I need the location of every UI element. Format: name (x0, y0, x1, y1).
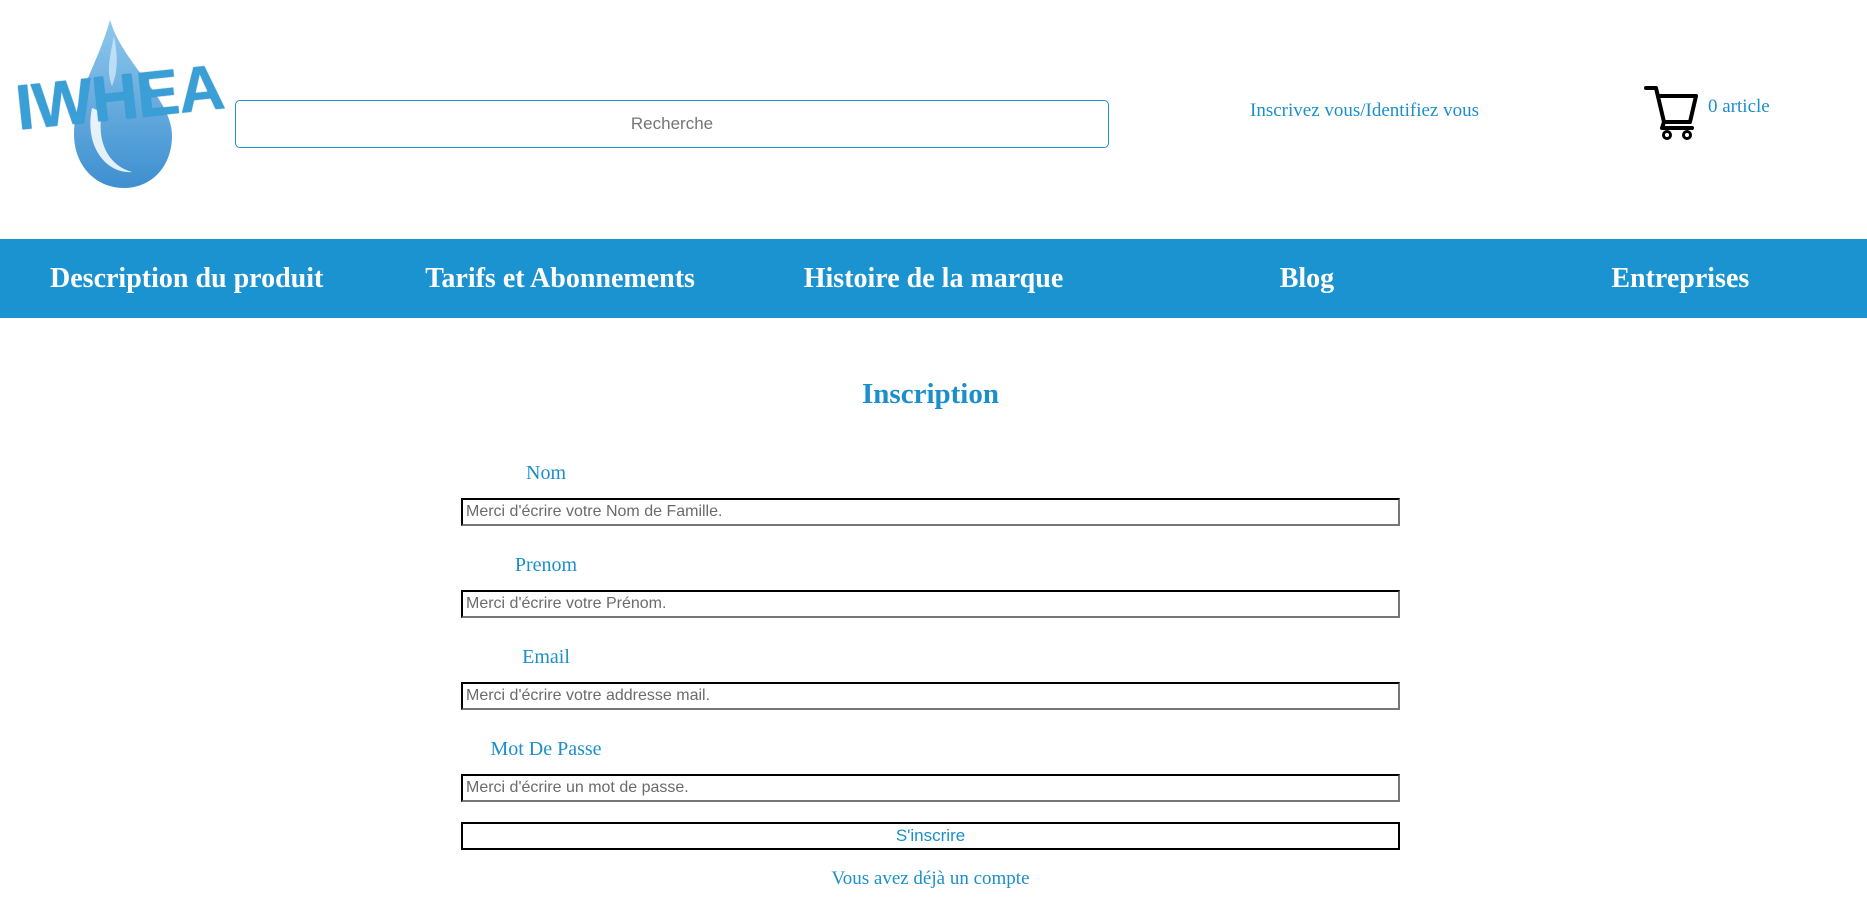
last-name-label: Nom (526, 462, 566, 484)
brand-logo[interactable]: IWHEA (12, 16, 227, 192)
first-name-field[interactable] (461, 590, 1400, 618)
email-label: Email (522, 646, 570, 668)
signup-button[interactable]: S'inscrire (461, 822, 1400, 850)
shopping-cart-icon (1644, 86, 1698, 140)
nav-item-blog[interactable]: Blog (1120, 239, 1493, 318)
existing-account-link[interactable]: Vous avez déjà un compte (461, 868, 1400, 890)
page-title: Inscription (862, 378, 999, 410)
cart-button[interactable]: 0 article (1644, 84, 1770, 140)
cart-count: 0 article (1708, 96, 1770, 117)
last-name-field[interactable] (461, 498, 1400, 526)
search-input[interactable] (235, 100, 1109, 148)
signup-login-link[interactable]: Inscrivez vous/Identifiez vous (1250, 100, 1479, 122)
main-nav: Description du produit Tarifs et Abonnem… (0, 239, 1867, 318)
first-name-label: Prenom (514, 554, 578, 576)
password-field[interactable] (461, 774, 1400, 802)
nav-item-businesses[interactable]: Entreprises (1494, 239, 1867, 318)
nav-item-product-description[interactable]: Description du produit (0, 239, 373, 318)
signup-form: Nom Prenom Email Mot De Passe S'inscrire… (461, 460, 1400, 890)
password-label: Mot De Passe (490, 738, 602, 760)
site-header: IWHEA Inscrivez vous/Identifiez vous 0 a… (0, 0, 1867, 238)
nav-item-brand-history[interactable]: Histoire de la marque (747, 239, 1120, 318)
email-field[interactable] (461, 682, 1400, 710)
nav-item-pricing[interactable]: Tarifs et Abonnements (373, 239, 746, 318)
